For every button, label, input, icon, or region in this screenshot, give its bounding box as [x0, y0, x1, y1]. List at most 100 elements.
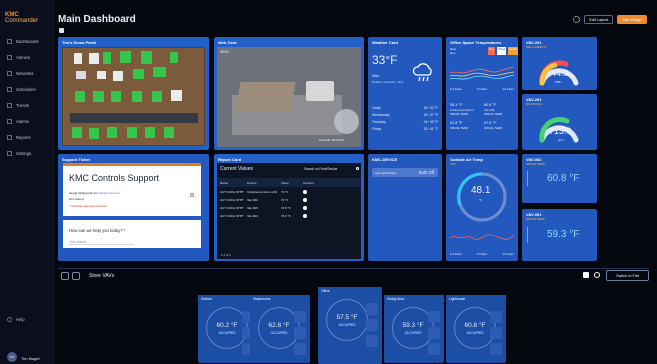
help-link[interactable]: Help	[0, 314, 54, 324]
office-title: Office Space Temperatures	[450, 40, 502, 45]
demo-panel-card: Tim's Demo Panel	[58, 37, 209, 150]
outside-label: OAT	[450, 162, 456, 166]
support-ticket-card: Support Ticket KMC Controls Support fang…	[58, 154, 209, 261]
camera-overlay-left: 05/16	[220, 50, 229, 54]
user-avatar[interactable]: TM	[7, 352, 17, 362]
vav-co2-card: VAV-201 ROOM CO2 713.0 ppm	[522, 94, 597, 150]
office-right-status: SPACE TEMP	[484, 112, 503, 116]
store-vav-card[interactable]: Dining Area 59.3 °F OCCUPIED	[384, 295, 444, 363]
vav-001-card: VAV-001 SPACE TEMP 59.3 °F	[522, 209, 597, 261]
office-left-temp: 59.3 °F	[450, 103, 463, 107]
support-title: Support Ticket	[62, 157, 90, 162]
weather-temp: 33°F	[372, 53, 398, 67]
sidebar-item-admins[interactable]: Admins	[0, 52, 54, 62]
office-bottom-right-temp: 57.5 °F	[484, 121, 497, 125]
sidebar-item-trends[interactable]: Trends	[0, 100, 54, 110]
forecast-row: Friday 33 / 41 °F	[372, 127, 438, 131]
forecast-row: Thursday 34 / 45 °F	[372, 120, 438, 124]
settings-icon	[7, 150, 12, 156]
sidebar-item-networks[interactable]: Networks	[0, 68, 54, 78]
web-card: Web Card 05/16 Cam 05 / 09:14:22	[214, 37, 364, 150]
dashboard-icon	[59, 28, 64, 33]
gear-icon[interactable]	[303, 206, 307, 210]
vav3-bar	[527, 171, 529, 186]
search-icon	[356, 167, 359, 170]
device-status-label: Lab Lights Status	[375, 171, 397, 175]
section-divider	[58, 268, 649, 269]
sidebar-item-reports[interactable]: Reports	[0, 132, 54, 142]
sidebar-item-label: Trends	[16, 102, 29, 108]
report-table-panel: Current Values Search on Point/Device Na…	[217, 163, 361, 259]
store-vav-card[interactable]: Office 57.5 °F OCCUPIED	[318, 287, 382, 364]
gear-icon[interactable]	[303, 214, 307, 218]
refresh-icon[interactable]	[594, 272, 600, 278]
vav-humidity-card: VAV-201 REL HUMIDITY 44.0 %RH	[522, 37, 597, 90]
switch-account-link[interactable]: Switch account	[100, 191, 120, 195]
sidebar-item-label: Admins	[16, 54, 30, 60]
page-title: Main Dashboard	[58, 14, 136, 25]
support-heading: KMC Controls Support	[69, 173, 160, 183]
schedules-icon	[7, 86, 12, 92]
collapse-button[interactable]	[61, 272, 69, 280]
device-status-value: Both Off	[418, 170, 434, 175]
weather-card: Weather Card 33°F Rain Relative Humidity…	[368, 37, 442, 150]
vav3-value: 60.8 °F	[547, 173, 580, 184]
support-question-label: How can we help you today? *	[69, 228, 126, 233]
office-right-temp: 60.8 °F	[484, 103, 497, 107]
store-vav-name: Washrooms	[250, 295, 310, 303]
report-row: ACT COOL STPT Conference Room 201 72 °F	[217, 188, 361, 196]
store-vav-card[interactable]: Lighthouse 60.8 °F OCCUPIED	[446, 295, 506, 363]
device-card: KMC-DEVICE Lab Lights Status Both Off	[368, 154, 442, 261]
vav4-subtitle: SPACE TEMP	[526, 217, 546, 221]
device-title: KMC-DEVICE	[372, 157, 398, 162]
report-pagination: 1-4 of 4	[221, 253, 231, 257]
store-vav-name: Kitchen	[198, 295, 258, 303]
support-account: fangel.tek@gmail.com Switch account	[69, 191, 120, 195]
alarms-icon	[7, 118, 12, 124]
gear-icon[interactable]	[573, 16, 581, 23]
dashboards-icon	[7, 38, 12, 44]
device-status-row: Lab Lights Status Both Off	[372, 168, 438, 177]
store-vav-card[interactable]: Kitchen 60.2 °F OCCUPIED	[198, 295, 258, 363]
camera-overlay-right: Cam 05 / 09:14:22	[319, 138, 344, 142]
sidebar-item-dashboards[interactable]: Dashboards	[0, 36, 54, 46]
forecast-row: Today 26 / 33 °F	[372, 106, 438, 110]
admins-icon	[7, 54, 12, 60]
store-vav-card[interactable]: Washrooms 62.8 °F OCCUPIED	[250, 295, 310, 363]
fan-icon	[583, 272, 589, 278]
support-answer-input[interactable]: Your answer	[69, 240, 134, 245]
sidebar-item-label: Reports	[16, 134, 31, 140]
support-not-shared: Not shared	[69, 197, 84, 201]
demo-panel-title: Tim's Demo Panel	[62, 40, 97, 45]
vav-002-card: VAV-002 SPACE TEMP 60.8 °F	[522, 154, 597, 203]
switch-to-flat-button[interactable]: Switch to Flat	[606, 270, 649, 281]
trends-icon	[7, 102, 12, 108]
outside-value: 48.1	[471, 185, 491, 196]
sidebar-item-schedules[interactable]: Schedules	[0, 84, 54, 94]
add-widget-button[interactable]: Add Widget	[617, 15, 647, 24]
reports-icon	[7, 134, 12, 140]
gear-icon[interactable]	[303, 190, 307, 194]
gear-icon[interactable]	[303, 198, 307, 202]
office-time-axis: 1/1 12am 1/1 6am 1/1 12pm	[450, 87, 514, 91]
store-vav-gauge: 57.5 °F OCCUPIED	[326, 299, 368, 341]
web-card-title: Web Card	[218, 40, 237, 45]
outside-trend-chart	[450, 234, 514, 240]
weather-title: Weather Card	[372, 40, 398, 45]
support-form: KMC Controls Support fangel.tek@gmail.co…	[63, 163, 201, 216]
outside-air-card: Outside Air Temp OAT 48.1 °F 1/1 12am 1/1…	[446, 154, 518, 261]
report-search[interactable]: Search on Point/Device	[304, 167, 337, 171]
sidebar-item-settings[interactable]: Settings	[0, 148, 54, 158]
store-vav-name: Lighthouse	[446, 295, 506, 303]
office-temps-card: Office Space Temperatures Real time Day …	[446, 37, 518, 150]
edit-layout-button[interactable]: Edit Layout	[584, 15, 614, 24]
sidebar-item-alarms[interactable]: Alarms	[0, 116, 54, 126]
expand-button[interactable]	[72, 272, 80, 280]
user-name: Tim Magel	[21, 356, 40, 361]
sidebar-item-label: Schedules	[16, 86, 36, 92]
rain-cloud-icon	[412, 63, 432, 82]
forecast-row: Wednesday 28 / 37 °F	[372, 113, 438, 117]
vav1-unit: %RH	[555, 80, 562, 84]
vav4-bar	[527, 227, 529, 243]
vav4-value: 59.3 °F	[547, 229, 580, 240]
